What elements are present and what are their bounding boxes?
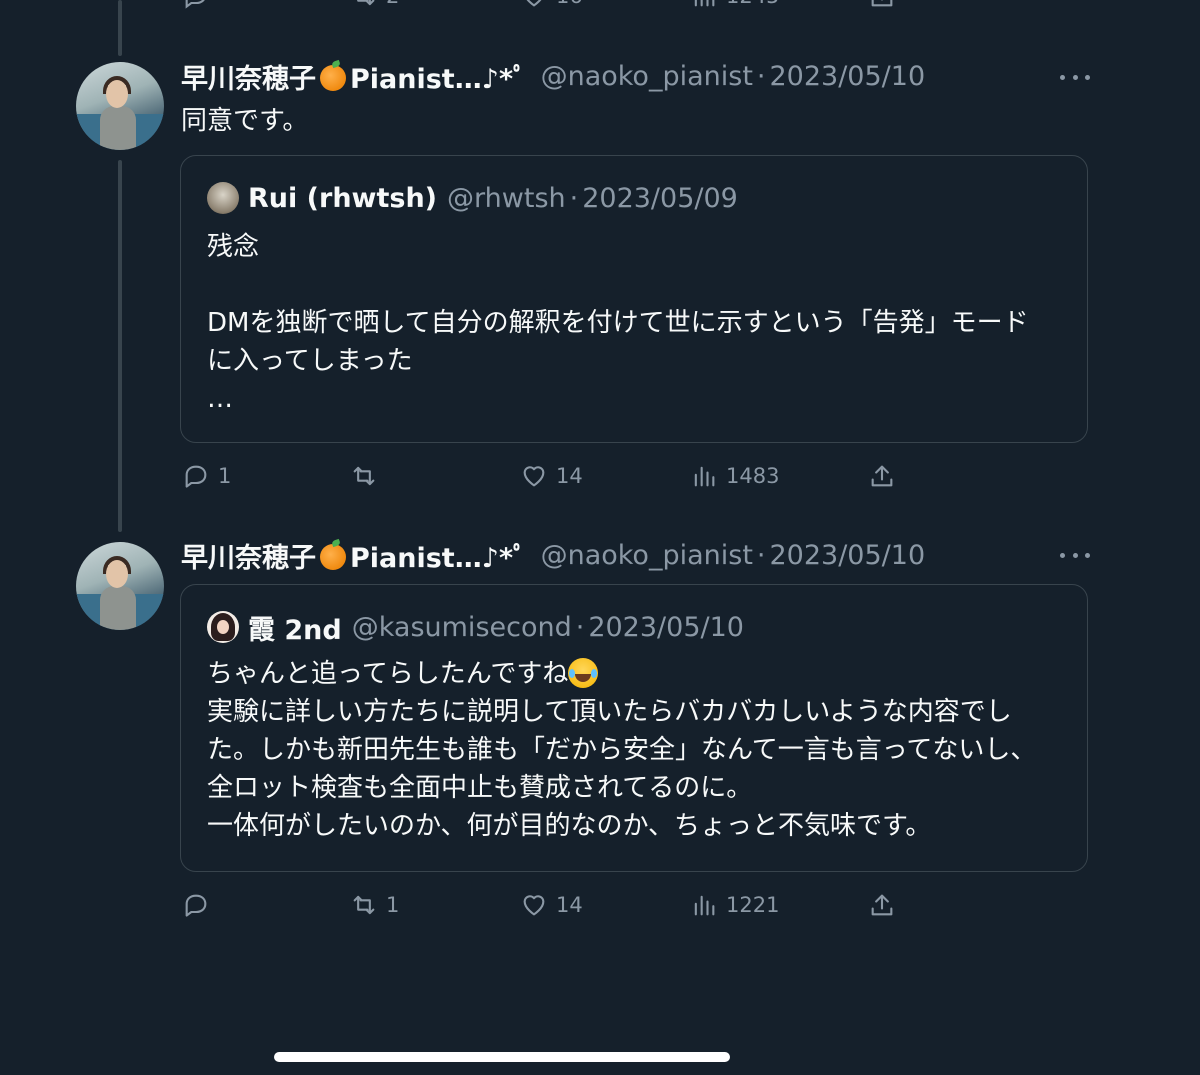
quoted-avatar <box>207 611 239 643</box>
share-icon <box>871 465 893 487</box>
tweet-header: 早川奈穂子 Pianist…♪*ﾟ @naoko_pianist · 2023/… <box>181 536 926 575</box>
quoted-date: 2023/05/09 <box>582 182 738 214</box>
share-button[interactable] <box>868 0 896 14</box>
views-button[interactable]: 1221 <box>690 887 779 923</box>
heart-icon <box>526 0 542 7</box>
more-icon <box>1060 74 1065 80</box>
tweet-date[interactable]: 2023/05/10 <box>770 540 926 571</box>
views-count: 1245 <box>726 0 779 8</box>
action-bar: 1 14 1483 <box>0 458 1200 494</box>
author-name[interactable]: 早川奈穂子 <box>181 57 316 96</box>
share-button[interactable] <box>868 887 896 923</box>
author-name-suffix[interactable]: Pianist…♪*ﾟ <box>350 536 527 575</box>
reply-icon <box>185 0 205 9</box>
quoted-tweet-header: Rui (rhwtsh) @rhwtsh · 2023/05/09 <box>207 180 738 216</box>
action-bar: 1 14 1221 <box>0 887 1200 923</box>
retweet-button[interactable]: 2 <box>350 0 399 14</box>
laughing-emoji-icon <box>568 658 599 688</box>
retweet-icon <box>353 466 375 486</box>
tweet-text: 同意です。 <box>181 106 309 136</box>
home-indicator[interactable] <box>274 1052 730 1062</box>
like-count: 14 <box>556 893 583 917</box>
reply-button[interactable]: 1 <box>182 458 231 494</box>
retweet-count: 1 <box>386 893 400 917</box>
views-icon <box>694 466 715 487</box>
separator-dot: · <box>569 182 579 214</box>
avatar[interactable] <box>76 542 164 630</box>
author-handle[interactable]: @naoko_pianist <box>541 61 753 92</box>
heart-icon <box>523 895 545 916</box>
avatar[interactable] <box>76 62 164 150</box>
views-count: 1221 <box>726 893 780 917</box>
share-icon <box>871 894 893 916</box>
quoted-tweet-header: 霞 2nd @kasumisecond · 2023/05/10 <box>207 609 744 646</box>
heart-icon <box>523 466 545 487</box>
more-options-button[interactable] <box>1060 62 1090 92</box>
orange-emoji-icon <box>320 65 346 91</box>
tweet-header: 早川奈穂子 Pianist…♪*ﾟ @naoko_pianist · 2023/… <box>181 57 926 96</box>
views-count: 1483 <box>726 464 780 488</box>
more-options-button[interactable] <box>1060 540 1090 570</box>
retweet-icon <box>357 0 375 6</box>
partial-action-bar: 2 16 1245 <box>0 0 1200 14</box>
retweet-button[interactable]: 1 <box>350 887 399 923</box>
more-icon <box>1060 552 1065 558</box>
quoted-author-name: 霞 2nd <box>248 614 342 646</box>
quoted-avatar <box>207 182 239 214</box>
share-button[interactable] <box>868 458 896 494</box>
like-button[interactable]: 16 <box>520 0 583 14</box>
like-count: 14 <box>556 464 583 488</box>
like-count: 16 <box>556 0 583 8</box>
retweet-button[interactable] <box>350 458 386 494</box>
reply-icon <box>185 465 207 488</box>
views-icon <box>694 895 715 916</box>
tweet-date[interactable]: 2023/05/10 <box>770 61 926 92</box>
retweet-icon <box>353 895 375 915</box>
reply-count: 1 <box>218 464 232 488</box>
like-button[interactable]: 14 <box>520 458 583 494</box>
quoted-tweet-text: 残念 DMを独断で晒して自分の解釈を付けて世に示すという「告発」モード に入って… <box>207 232 1029 414</box>
reply-button[interactable] <box>182 0 210 14</box>
like-button[interactable]: 14 <box>520 887 583 923</box>
separator-dot: · <box>756 539 766 571</box>
quoted-text-line-1: ちゃんと追ってらしたんですね <box>207 659 569 689</box>
retweet-count: 2 <box>386 0 399 8</box>
separator-dot: · <box>575 611 585 643</box>
quoted-tweet-text: ちゃんと追ってらしたんですね 実験に詳しい方たちに説明して頂いたらバカバカしいよ… <box>207 655 1036 845</box>
quoted-author-name: Rui (rhwtsh) <box>248 182 438 214</box>
reply-button[interactable] <box>182 887 218 923</box>
views-button[interactable]: 1483 <box>690 458 779 494</box>
orange-emoji-icon <box>320 544 346 570</box>
reply-icon <box>185 894 207 917</box>
separator-dot: · <box>756 60 766 92</box>
quoted-text-rest: 実験に詳しい方たちに説明して頂いたらバカバカしいような内容でし た。しかも新田先… <box>207 697 1037 841</box>
timeline-screen: 2 16 1245 早川奈穂子 Pianist…♪*ﾟ @naoko_piani… <box>0 0 1200 1075</box>
views-button[interactable]: 1245 <box>690 0 779 14</box>
quoted-author-handle: @kasumisecond <box>351 611 572 643</box>
quoted-tweet[interactable]: Rui (rhwtsh) @rhwtsh · 2023/05/09 残念 DMを… <box>180 155 1088 443</box>
author-name-suffix[interactable]: Pianist…♪*ﾟ <box>350 57 527 96</box>
quoted-tweet[interactable]: 霞 2nd @kasumisecond · 2023/05/10 ちゃんと追って… <box>180 584 1088 872</box>
views-icon <box>694 0 715 7</box>
author-handle[interactable]: @naoko_pianist <box>541 540 753 571</box>
quoted-date: 2023/05/10 <box>588 611 744 643</box>
share-icon <box>871 0 893 7</box>
quoted-author-handle: @rhwtsh <box>447 182 566 214</box>
author-name[interactable]: 早川奈穂子 <box>181 536 316 575</box>
